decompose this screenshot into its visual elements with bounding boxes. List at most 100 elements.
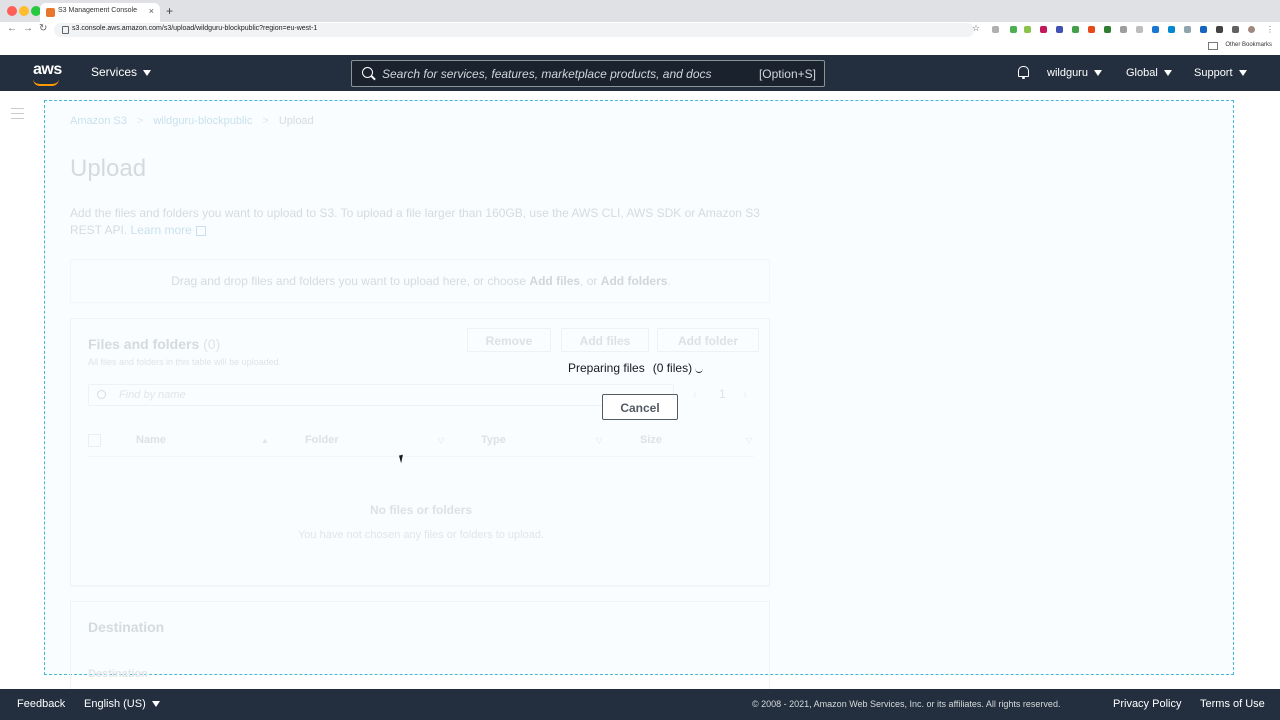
aws-smile-icon — [33, 79, 59, 86]
pager-next-icon[interactable]: › — [743, 387, 747, 401]
account-menu[interactable]: wildguru — [1047, 67, 1102, 79]
breadcrumb-current: Upload — [278, 115, 314, 127]
tab-close-icon[interactable]: × — [149, 6, 154, 16]
find-placeholder: Find by name — [119, 389, 186, 401]
language-label: English (US) — [84, 698, 146, 710]
sort-icon[interactable]: ▽ — [596, 436, 602, 445]
column-size[interactable]: Size — [640, 434, 662, 446]
new-tab-button[interactable]: + — [166, 4, 173, 18]
extension-icon[interactable] — [1104, 26, 1111, 33]
extension-icon[interactable] — [1010, 26, 1017, 33]
empty-state-subtitle: You have not chosen any files or folders… — [297, 529, 545, 541]
caret-down-icon — [1163, 70, 1172, 77]
other-bookmarks[interactable]: Other Bookmarks — [1225, 42, 1272, 48]
column-folder[interactable]: Folder — [305, 434, 339, 446]
extension-icon[interactable] — [1072, 26, 1079, 33]
drop-instructions: Drag and drop files and folders you want… — [71, 274, 771, 288]
preparing-status-text: Preparing files — [568, 361, 645, 375]
tab-title: S3 Management Console — [58, 7, 137, 14]
extension-icon[interactable] — [1152, 26, 1159, 33]
loading-spinner-icon — [695, 364, 704, 374]
extension-icon[interactable] — [1024, 26, 1031, 33]
caret-down-icon — [151, 701, 160, 708]
breadcrumb-separator: > — [136, 115, 144, 127]
address-bar[interactable]: s3.console.aws.amazon.com/s3/upload/wild… — [54, 23, 974, 37]
account-label: wildguru — [1047, 67, 1088, 79]
drop-area[interactable]: Drag and drop files and folders you want… — [70, 259, 770, 303]
destination-label: Destination — [88, 668, 148, 680]
search-icon — [362, 67, 373, 78]
destination-panel: Destination Destination — [70, 601, 770, 691]
browser-menu-icon[interactable]: ⋮ — [1266, 26, 1274, 34]
caret-down-icon — [1238, 70, 1247, 77]
folder-icon — [1208, 42, 1218, 50]
extension-icon[interactable] — [1216, 26, 1223, 33]
close-window-button[interactable] — [7, 6, 17, 16]
sort-icon[interactable]: ▽ — [746, 436, 752, 445]
language-selector[interactable]: English (US) — [84, 698, 160, 710]
preparing-files-status: Preparing files (0 files) — [568, 361, 704, 375]
page-title: Upload — [70, 155, 147, 182]
pager-prev-icon[interactable]: ‹ — [693, 387, 697, 401]
browser-tab-strip: S3 Management Console × + — [0, 0, 1280, 22]
add-files-button[interactable]: Add files — [561, 328, 649, 352]
hamburger-menu-icon[interactable] — [11, 108, 24, 119]
upload-page: Amazon S3 > wildguru-blockpublic > Upload Up… — [0, 91, 1280, 691]
forward-icon[interactable]: → — [23, 23, 33, 34]
breadcrumb-amazon-s3[interactable]: Amazon S3 — [70, 115, 127, 127]
page-description: Add the files and folders you want to up… — [70, 205, 770, 239]
extension-icon[interactable] — [1168, 26, 1175, 33]
pager-page-number[interactable]: 1 — [719, 387, 726, 401]
reload-icon[interactable]: ↻ — [39, 23, 47, 34]
preparing-file-count: (0 files) — [652, 361, 693, 375]
breadcrumb: Amazon S3 > wildguru-blockpublic > Upload — [70, 115, 314, 127]
extension-icon[interactable] — [992, 26, 999, 33]
profile-avatar[interactable] — [1248, 26, 1255, 33]
console-footer: Feedback English (US) © 2008 - 2021, Ama… — [0, 689, 1280, 720]
sort-ascending-icon[interactable]: ▲ — [261, 436, 269, 445]
services-menu[interactable]: Services — [91, 65, 152, 79]
extension-icon[interactable] — [1040, 26, 1047, 33]
extension-icon[interactable] — [1136, 26, 1143, 33]
cancel-button[interactable]: Cancel — [602, 394, 678, 420]
terms-of-use-link[interactable]: Terms of Use — [1200, 698, 1265, 710]
search-shortcut: [Option+S] — [758, 67, 816, 81]
aws-logo[interactable]: aws — [33, 61, 62, 79]
back-icon[interactable]: ← — [7, 23, 17, 34]
services-label: Services — [91, 65, 138, 79]
region-menu[interactable]: Global — [1126, 67, 1172, 79]
puzzle-extensions-icon[interactable] — [1232, 26, 1239, 33]
bookmark-star-icon[interactable]: ☆ — [972, 23, 980, 34]
find-by-name-input[interactable]: Find by name — [88, 384, 674, 406]
extension-icon[interactable] — [1120, 26, 1127, 33]
caret-down-icon — [1093, 70, 1102, 77]
drop-text-prefix: Drag and drop files and folders you want… — [171, 274, 527, 288]
extension-icon[interactable] — [1088, 26, 1095, 33]
drop-add-files: Add files — [529, 274, 581, 288]
lock-icon — [62, 26, 69, 34]
notifications-bell-icon[interactable] — [1018, 66, 1029, 79]
extension-icon[interactable] — [1056, 26, 1063, 33]
table-header: Name ▲ Folder ▽ Type ▽ Size ▽ — [88, 431, 754, 453]
remove-button[interactable]: Remove — [467, 328, 551, 352]
browser-tab[interactable]: S3 Management Console × — [40, 3, 160, 22]
feedback-link[interactable]: Feedback — [17, 698, 65, 710]
extension-icon[interactable] — [1184, 26, 1191, 33]
privacy-policy-link[interactable]: Privacy Policy — [1113, 698, 1181, 710]
column-type[interactable]: Type — [481, 434, 506, 446]
select-all-checkbox[interactable] — [88, 434, 101, 447]
minimize-window-button[interactable] — [19, 6, 29, 16]
search-input[interactable]: Search for services, features, marketpla… — [351, 60, 825, 87]
learn-more-link[interactable]: Learn more — [130, 223, 191, 237]
breadcrumb-bucket[interactable]: wildguru-blockpublic — [153, 115, 252, 127]
table-divider — [88, 456, 754, 457]
extension-icon[interactable] — [1200, 26, 1207, 33]
column-name[interactable]: Name — [136, 434, 166, 446]
sort-icon[interactable]: ▽ — [438, 436, 444, 445]
support-menu[interactable]: Support — [1194, 67, 1247, 79]
add-folder-button[interactable]: Add folder — [657, 328, 759, 352]
drop-or: , or — [580, 274, 598, 288]
files-title-text: Files and folders — [88, 336, 200, 352]
bookmarks-bar: Other Bookmarks — [0, 38, 1280, 56]
external-link-icon — [195, 225, 206, 236]
